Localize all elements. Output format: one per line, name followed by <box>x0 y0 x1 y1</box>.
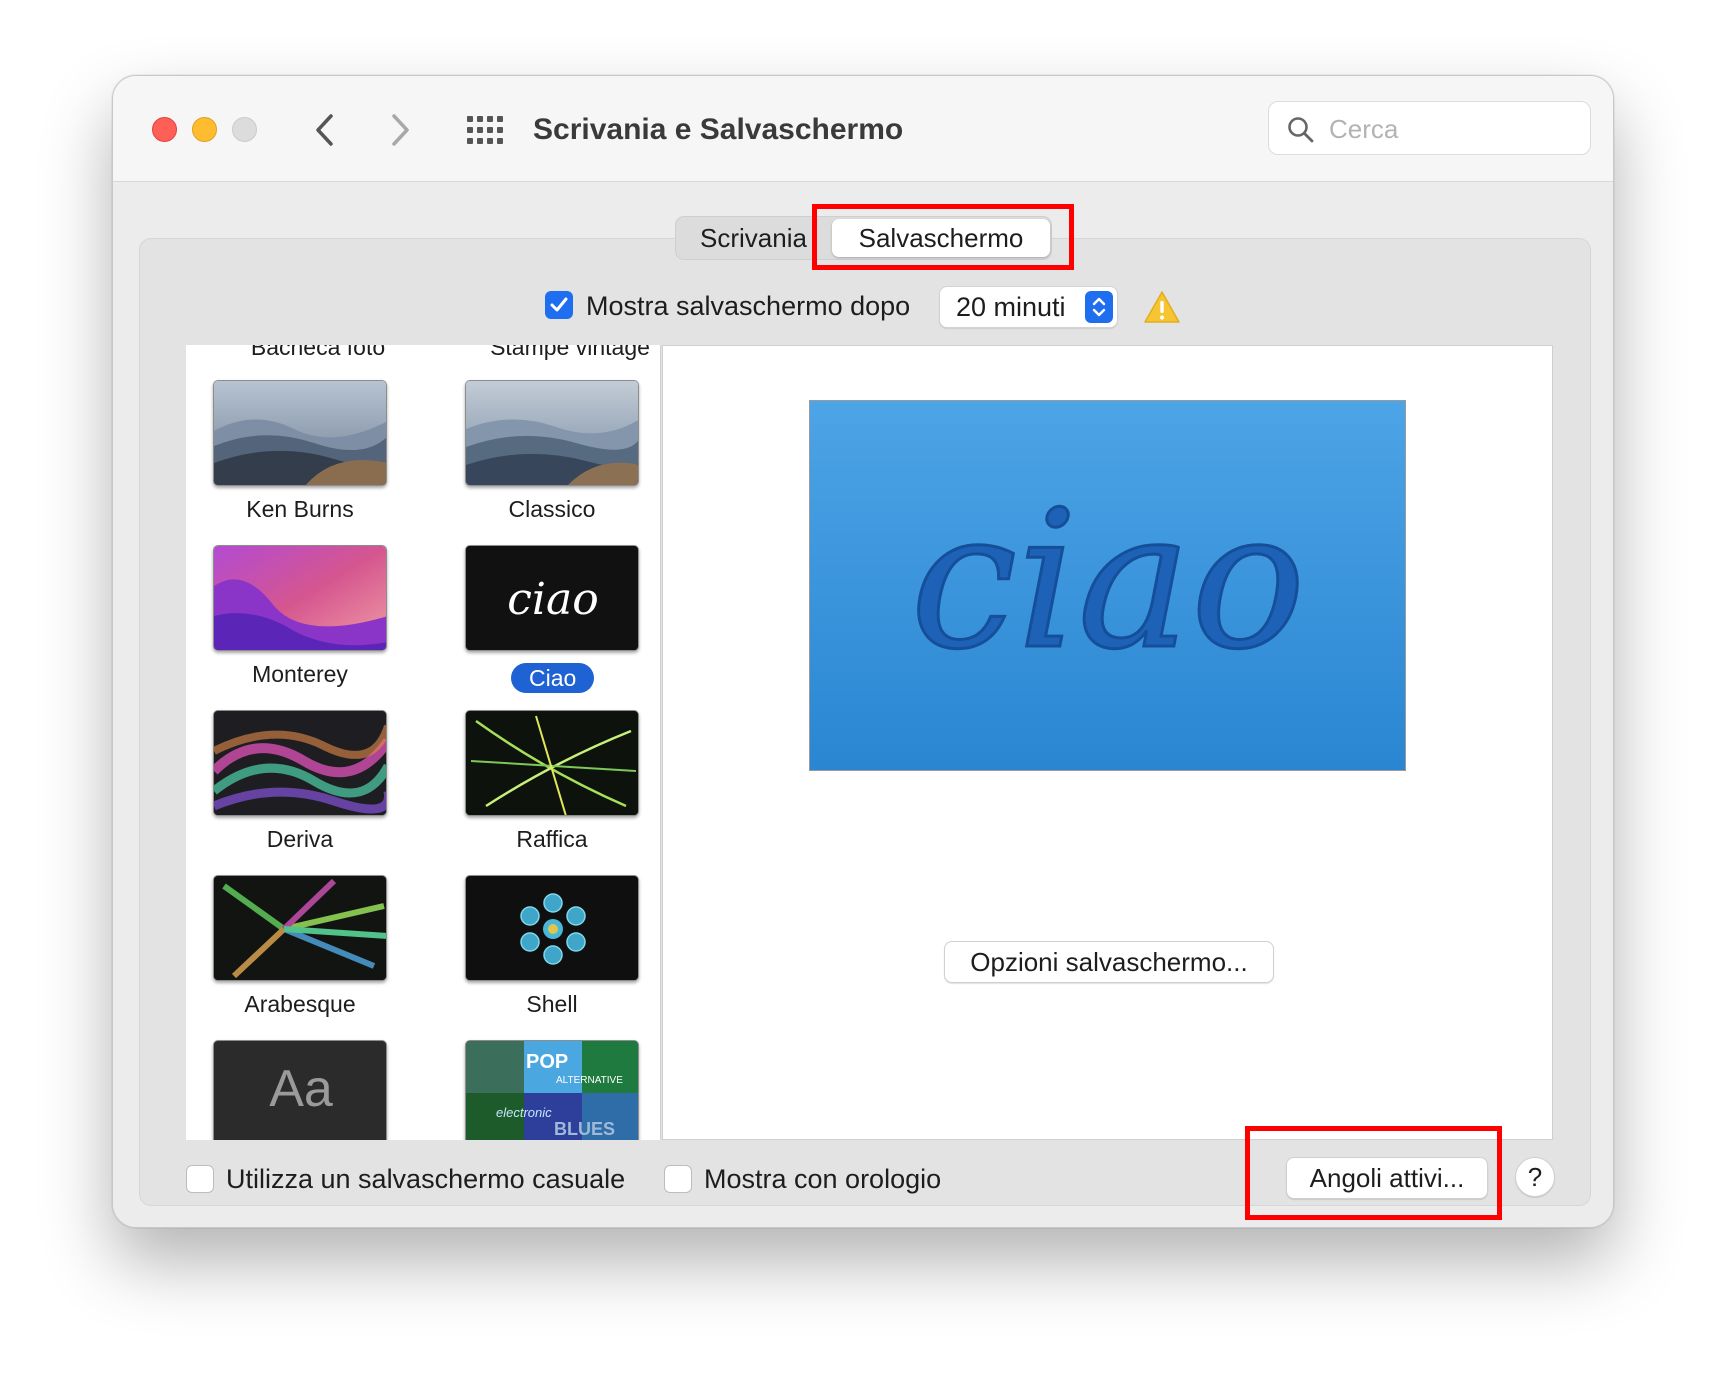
list-item-label: Deriva <box>266 826 334 852</box>
warning-icon[interactable] <box>1143 290 1181 324</box>
list-item-label: Shell <box>526 991 578 1017</box>
saver-preview: ciao <box>809 400 1406 771</box>
highlight-box-hot-corners <box>1245 1126 1502 1220</box>
svg-text:ciao: ciao <box>507 574 598 625</box>
saver-thumb-ciao[interactable]: ciao <box>465 545 639 651</box>
delay-value: 20 minuti <box>956 292 1066 322</box>
delay-select[interactable]: 20 minuti <box>939 286 1118 328</box>
minimize-button[interactable] <box>192 117 217 142</box>
saver-thumb-shell[interactable] <box>465 875 639 981</box>
random-saver-checkbox[interactable] <box>186 1165 214 1193</box>
thumb-text-electronic: electronic <box>496 1105 552 1120</box>
preview-text: ciao <box>911 470 1306 691</box>
list-item-label: Classico <box>508 496 596 522</box>
saver-options-button[interactable]: Opzioni salvaschermo... <box>944 941 1274 983</box>
back-icon[interactable] <box>306 108 346 152</box>
title-bar: Scrivania e Salvaschermo <box>113 76 1613 182</box>
tab-scrivania[interactable]: Scrivania <box>676 217 831 259</box>
list-item-label: Monterey <box>252 661 348 687</box>
thumb-text-aa: Aa <box>269 1060 333 1118</box>
thumb-text-pop: POP <box>526 1051 569 1073</box>
close-button[interactable] <box>152 117 177 142</box>
zoom-button[interactable] <box>232 117 257 142</box>
list-item-label: Stampe vintage <box>490 345 650 360</box>
search-field[interactable] <box>1268 101 1591 155</box>
search-input[interactable] <box>1329 110 1579 148</box>
saver-thumb-classico[interactable] <box>465 380 639 486</box>
popup-arrows-icon <box>1085 291 1113 323</box>
show-clock-checkbox[interactable] <box>664 1165 692 1193</box>
checkmark-icon <box>550 297 568 312</box>
saver-thumb-word-of-day[interactable]: Aa <box>213 1040 387 1140</box>
show-clock-label: Mostra con orologio <box>704 1164 942 1194</box>
random-saver-label: Utilizza un salvaschermo casuale <box>226 1164 626 1194</box>
show-after-checkbox[interactable] <box>545 291 573 319</box>
selected-label-ciao: Ciao <box>511 663 595 693</box>
saver-list[interactable]: Bacheca foto Stampe vintage Ken Burns Cl… <box>186 345 661 1140</box>
saver-thumb-arabesque[interactable] <box>213 875 387 981</box>
saver-thumb-monterey[interactable] <box>213 545 387 651</box>
list-item-label: Arabesque <box>244 991 356 1017</box>
thumb-text-alternative: ALTERNATIVE <box>556 1075 623 1086</box>
saver-thumb-album-artwork[interactable]: POP ALTERNATIVE electronic BLUES <box>465 1040 639 1140</box>
list-item-label: Raffica <box>516 826 588 852</box>
show-after-label: Mostra salvaschermo dopo <box>586 291 911 321</box>
help-button[interactable]: ? <box>1515 1157 1555 1197</box>
search-icon <box>1288 117 1314 143</box>
list-item-label: Bacheca foto <box>250 345 386 360</box>
saver-thumb-ken-burns[interactable] <box>213 380 387 486</box>
forward-icon[interactable] <box>379 108 419 152</box>
highlight-box-tab <box>812 204 1074 270</box>
window-title: Scrivania e Salvaschermo <box>533 113 904 146</box>
thumb-text-blues: BLUES <box>554 1119 616 1139</box>
show-all-grid-icon[interactable] <box>465 114 505 146</box>
saver-thumb-raffica[interactable] <box>465 710 639 816</box>
list-item-label: Ken Burns <box>246 496 354 522</box>
saver-thumb-deriva[interactable] <box>213 710 387 816</box>
